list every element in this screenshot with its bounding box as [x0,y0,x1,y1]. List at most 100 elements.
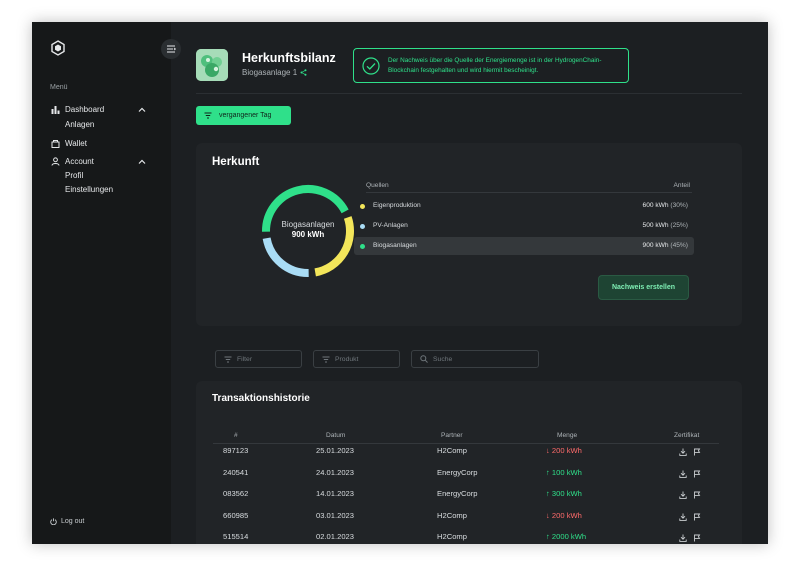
arrow-up-icon: ↑ [546,532,550,541]
share-icon[interactable] [300,69,307,76]
donut-center-value: 900 kWh [291,230,325,239]
flag-icon[interactable] [693,470,701,478]
source-pct: (25%) [670,222,688,229]
sources-divider [366,192,692,193]
download-icon[interactable] [679,491,687,499]
transactions-title: Transaktionshistorie [212,393,310,404]
sidebar: Menü Dashboard Anlagen Wallet Account Pr… [32,22,171,544]
app-logo-icon[interactable] [50,40,66,56]
download-icon[interactable] [679,513,687,521]
time-filter-label: vergangener Tag [219,112,272,119]
col-datum: Datum [326,432,346,439]
filter-icon [204,112,212,119]
sidebar-item-account[interactable]: Account [50,157,94,166]
produkt-input[interactable]: Produkt [313,350,400,368]
cell-id: 240541 [223,467,249,477]
filter-input[interactable]: Filter [215,350,302,368]
plant-name: Biogasanlage 1 [242,68,298,77]
donut-center-label: Biogasanlagen 900 kWh [258,220,358,240]
cell-id: 515514 [223,532,249,541]
filter-icon [322,356,330,363]
sidebar-subitem-anlagen[interactable]: Anlagen [65,120,94,129]
cell-menge-value: 200 kWh [551,446,582,455]
source-pct: (45%) [670,242,688,249]
sidebar-item-dashboard[interactable]: Dashboard [50,105,104,114]
time-filter-button[interactable]: vergangener Tag [196,106,291,125]
filter-icon [224,356,232,363]
flag-icon[interactable] [693,513,701,521]
cell-menge: ↓ 200 kWh [546,511,582,520]
collapse-sidebar-button[interactable] [161,39,181,59]
cell-menge: ↑ 300 kWh [546,489,582,498]
sources-header: Quellen Anteil [366,182,690,189]
cell-datum: 25.01.2023 [316,446,355,455]
transactions-card: Transaktionshistorie # Datum Partner Men… [196,381,742,544]
sidebar-item-label: Dashboard [65,105,105,114]
chevron-up-icon[interactable] [138,158,146,166]
cell-menge: ↑ 100 kWh [546,468,582,477]
sidebar-subitem-profil[interactable]: Profil [65,171,83,180]
certificate-actions [679,470,701,478]
download-icon[interactable] [679,470,687,478]
cell-id: 897123 [223,446,249,455]
col-partner: Partner [441,432,463,439]
col-sources: Quellen [366,182,389,189]
logout-label: Log out [61,518,85,525]
source-name: Biogasanlagen [373,242,417,249]
cell-datum: 03.01.2023 [316,510,355,520]
table-row[interactable]: 083562 14.01.2023 EnergyCorp ↑ 300 kWh [196,485,742,506]
arrow-down-icon: ↓ [546,446,550,455]
donut-segment-pv-anlagen [262,237,309,277]
download-icon[interactable] [679,534,687,542]
arrow-up-icon: ↑ [546,467,550,477]
blockchain-notice: Der Nachweis über die Quelle der Energie… [353,48,629,83]
search-placeholder: Suche [433,355,453,363]
source-kwh: 600 kWh [642,202,669,209]
filter-placeholder: Filter [237,355,253,363]
certificate-actions [679,491,701,499]
cell-datum: 02.01.2023 [316,532,355,541]
page-title: Herkunftsbilanz [242,51,336,65]
chevron-up-icon[interactable] [138,106,146,114]
cell-menge: ↑ 2000 kWh [546,532,586,541]
flag-icon[interactable] [693,534,701,542]
cell-id: 660985 [223,510,249,520]
table-row[interactable]: 240541 24.01.2023 EnergyCorp ↑ 100 kWh [196,464,742,485]
sidebar-item-wallet[interactable]: Wallet [50,139,87,148]
source-pct: (30%) [670,202,688,209]
source-value: 600 kWh (30%) [643,202,688,209]
source-row-eigenproduktion[interactable]: Eigenproduktion 600 kWh (30%) [354,197,694,215]
produkt-placeholder: Produkt [335,355,359,363]
table-row[interactable]: 897123 25.01.2023 H2Comp ↓ 200 kWh [196,442,742,463]
plant-subtitle: Biogasanlage 1 [242,68,307,77]
flag-icon[interactable] [693,448,701,456]
sidebar-subitem-einstellungen[interactable]: Einstellungen [65,185,113,194]
menu-label: Menü [50,84,68,91]
table-row[interactable]: 515514 02.01.2023 H2Comp ↑ 2000 kWh [196,528,742,544]
search-input[interactable]: Suche [411,350,539,368]
col-zertifikat: Zertifikat [674,432,700,439]
sidebar-item-label: Account [65,157,94,166]
app-window: Menü Dashboard Anlagen Wallet Account Pr… [32,22,768,544]
table-row[interactable]: 660985 03.01.2023 H2Comp ↓ 200 kWh [196,507,742,528]
create-proof-button[interactable]: Nachweis erstellen [598,275,689,300]
cell-partner: H2Comp [437,446,467,455]
search-icon [420,355,428,363]
cell-menge-value: 100 kWh [551,467,582,477]
cell-menge-value: 2000 kWh [551,532,587,541]
col-menge: Menge [557,432,578,439]
source-row-pv-anlagen[interactable]: PV-Anlagen 500 kWh (25%) [354,217,694,235]
cell-partner: H2Comp [437,510,467,520]
donut-center-name: Biogasanlagen [281,220,335,229]
source-value: 500 kWh (25%) [643,222,688,229]
source-name: Eigenproduktion [373,202,421,209]
logout-link[interactable]: Log out [50,518,84,525]
flag-icon[interactable] [693,491,701,499]
col-id: # [234,432,238,439]
bar-chart-icon [50,105,60,114]
source-row-biogasanlagen[interactable]: Biogasanlagen 900 kWh (45%) [354,237,694,255]
download-icon[interactable] [679,448,687,456]
arrow-up-icon: ↑ [546,489,550,498]
main-content: Herkunftsbilanz Biogasanlage 1 Der Nachw… [171,22,768,544]
source-kwh: 500 kWh [642,222,669,229]
